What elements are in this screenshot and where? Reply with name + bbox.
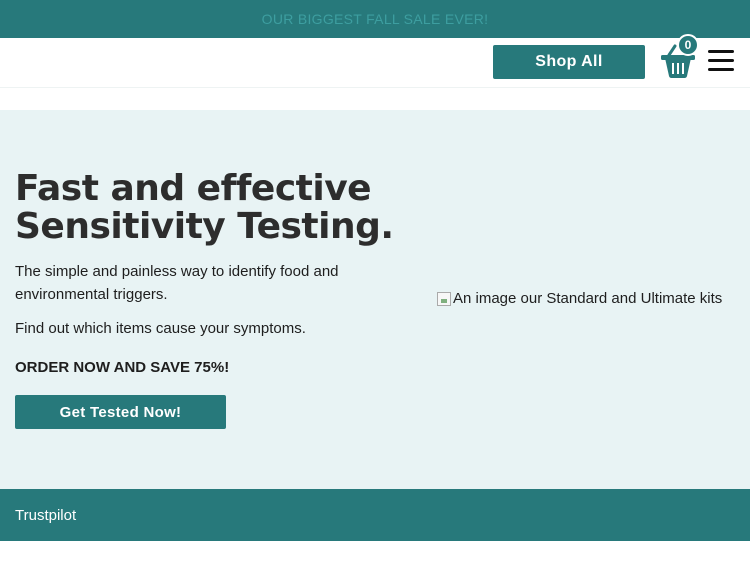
hero-title-line2: Sensitivity Testing.	[15, 206, 394, 247]
hero-find-out-text: Find out which items cause your symptoms…	[15, 320, 306, 337]
menu-line	[708, 59, 734, 62]
shop-all-button[interactable]: Shop All	[493, 45, 645, 79]
promo-banner-text: OUR BIGGEST FALL SALE EVER!	[261, 11, 489, 27]
menu-line	[708, 68, 734, 71]
hero-section: Fast and effective Sensitivity Testing. …	[0, 110, 750, 489]
menu-line	[708, 50, 734, 53]
site-header: Shop All 0	[0, 34, 750, 88]
get-tested-button[interactable]: Get Tested Now!	[15, 395, 226, 429]
kits-image: An image our Standard and Ultimate kits	[437, 290, 722, 307]
cart-count-badge: 0	[677, 34, 699, 56]
broken-image-icon	[437, 291, 451, 306]
kits-image-alt-text: An image our Standard and Ultimate kits	[453, 290, 723, 307]
trustpilot-link[interactable]: Trustpilot	[15, 507, 76, 524]
hero-description: The simple and painless way to identify …	[15, 263, 339, 303]
hero-title: Fast and effective Sensitivity Testing.	[15, 170, 415, 246]
trustpilot-bar: Trustpilot	[0, 489, 750, 541]
promo-banner: OUR BIGGEST FALL SALE EVER!	[0, 0, 750, 38]
hero-title-line1: Fast and effective	[15, 168, 372, 209]
hero-promo-text: ORDER NOW AND SAVE 75%!	[15, 359, 230, 376]
hamburger-menu-icon[interactable]	[708, 50, 736, 74]
